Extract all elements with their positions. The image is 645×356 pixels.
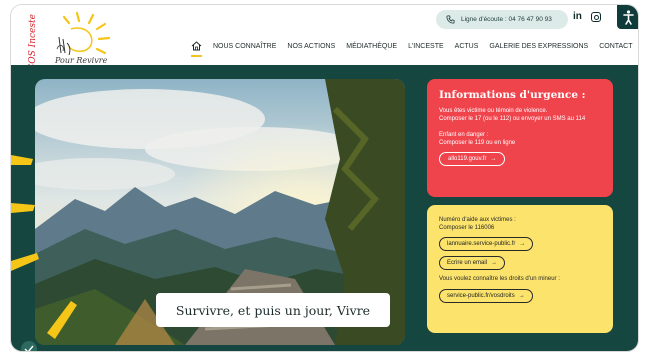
nav-item-galerie[interactable]: GALERIE DES EXPRESSIONS bbox=[489, 43, 588, 50]
nav-item-nos-actions[interactable]: NOS ACTIONS bbox=[287, 43, 335, 50]
aide-text-3: Vous voulez connaître les droits d'un mi… bbox=[439, 276, 560, 282]
annuaire-link[interactable]: lannuaire.service-public.fr → bbox=[439, 237, 534, 251]
email-label: Ecrire un email bbox=[447, 260, 488, 266]
home-icon bbox=[191, 41, 202, 51]
cookie-badge[interactable] bbox=[21, 341, 37, 351]
check-icon bbox=[24, 345, 34, 351]
nav-item-inceste[interactable]: L'INCESTE bbox=[408, 43, 444, 50]
urgence-text-1: Vous êtes victime ou témoin de violence. bbox=[439, 108, 548, 114]
nav-item-mediatheque[interactable]: MÉDIATHÈQUE bbox=[346, 43, 397, 50]
accessibility-icon bbox=[623, 10, 634, 25]
logo-name: Pour Revivre bbox=[55, 56, 108, 65]
vosdroits-label: service-public.fr/vosdroits bbox=[447, 292, 515, 299]
email-link[interactable]: Ecrire un email → bbox=[439, 256, 506, 270]
browser-window: SOS Inceste Pour Revivre Ligne d'écoute … bbox=[10, 4, 639, 352]
hotline-label: Ligne d'écoute : 04 76 47 90 93 bbox=[461, 16, 552, 23]
urgence-text-2: Composer le 17 (ou le 112) ou envoyer un… bbox=[439, 115, 586, 122]
phone-icon bbox=[446, 15, 455, 24]
aide-text-1: Numéro d'aide aux victimes : bbox=[439, 217, 516, 223]
hero-section: Survivre, et puis un jour, Vivre Informa… bbox=[11, 65, 638, 351]
page: SOS Inceste Pour Revivre Ligne d'écoute … bbox=[0, 0, 645, 356]
arrow-right-icon: → bbox=[518, 292, 525, 299]
arrow-right-icon: → bbox=[490, 156, 497, 162]
allo119-link[interactable]: allo119.gouv.fr → bbox=[439, 152, 506, 166]
arrow-right-icon: → bbox=[491, 260, 498, 266]
arrow-right-icon: → bbox=[519, 241, 526, 247]
nav-active-indicator bbox=[191, 55, 202, 57]
hotline-badge[interactable]: Ligne d'écoute : 04 76 47 90 93 bbox=[436, 10, 568, 29]
allo119-label: allo119.gouv.fr bbox=[448, 156, 487, 162]
accessibility-button[interactable] bbox=[617, 5, 638, 29]
main-nav: NOUS CONNAÎTRE NOS ACTIONS MÉDIATHÈQUE L… bbox=[191, 39, 633, 57]
nav-item-actus[interactable]: ACTUS bbox=[455, 43, 479, 50]
nav-item-contact[interactable]: CONTACT bbox=[599, 43, 632, 50]
hero-caption: Survivre, et puis un jour, Vivre bbox=[156, 293, 390, 327]
decorative-sun-rays bbox=[11, 155, 77, 339]
annuaire-label: lannuaire.service-public.fr bbox=[447, 241, 516, 247]
aide-card: Numéro d'aide aux victimes : Composer le… bbox=[427, 205, 613, 333]
urgence-card: Informations d'urgence : Vous êtes victi… bbox=[427, 79, 613, 197]
social-links: in bbox=[573, 11, 601, 22]
urgence-text-4: Composer le 119 ou en ligne bbox=[439, 139, 516, 146]
aide-text-2: Composer le 116006 bbox=[439, 224, 495, 231]
urgence-text-3: Enfant en danger : bbox=[439, 132, 489, 138]
urgence-title: Informations d'urgence : bbox=[439, 89, 586, 101]
instagram-icon[interactable] bbox=[590, 11, 601, 22]
linkedin-icon[interactable]: in bbox=[573, 11, 582, 22]
nav-home[interactable] bbox=[191, 41, 202, 57]
vosdroits-link[interactable]: service-public.fr/vosdroits → bbox=[439, 288, 533, 303]
nav-item-nous-connaitre[interactable]: NOUS CONNAÎTRE bbox=[213, 43, 276, 50]
